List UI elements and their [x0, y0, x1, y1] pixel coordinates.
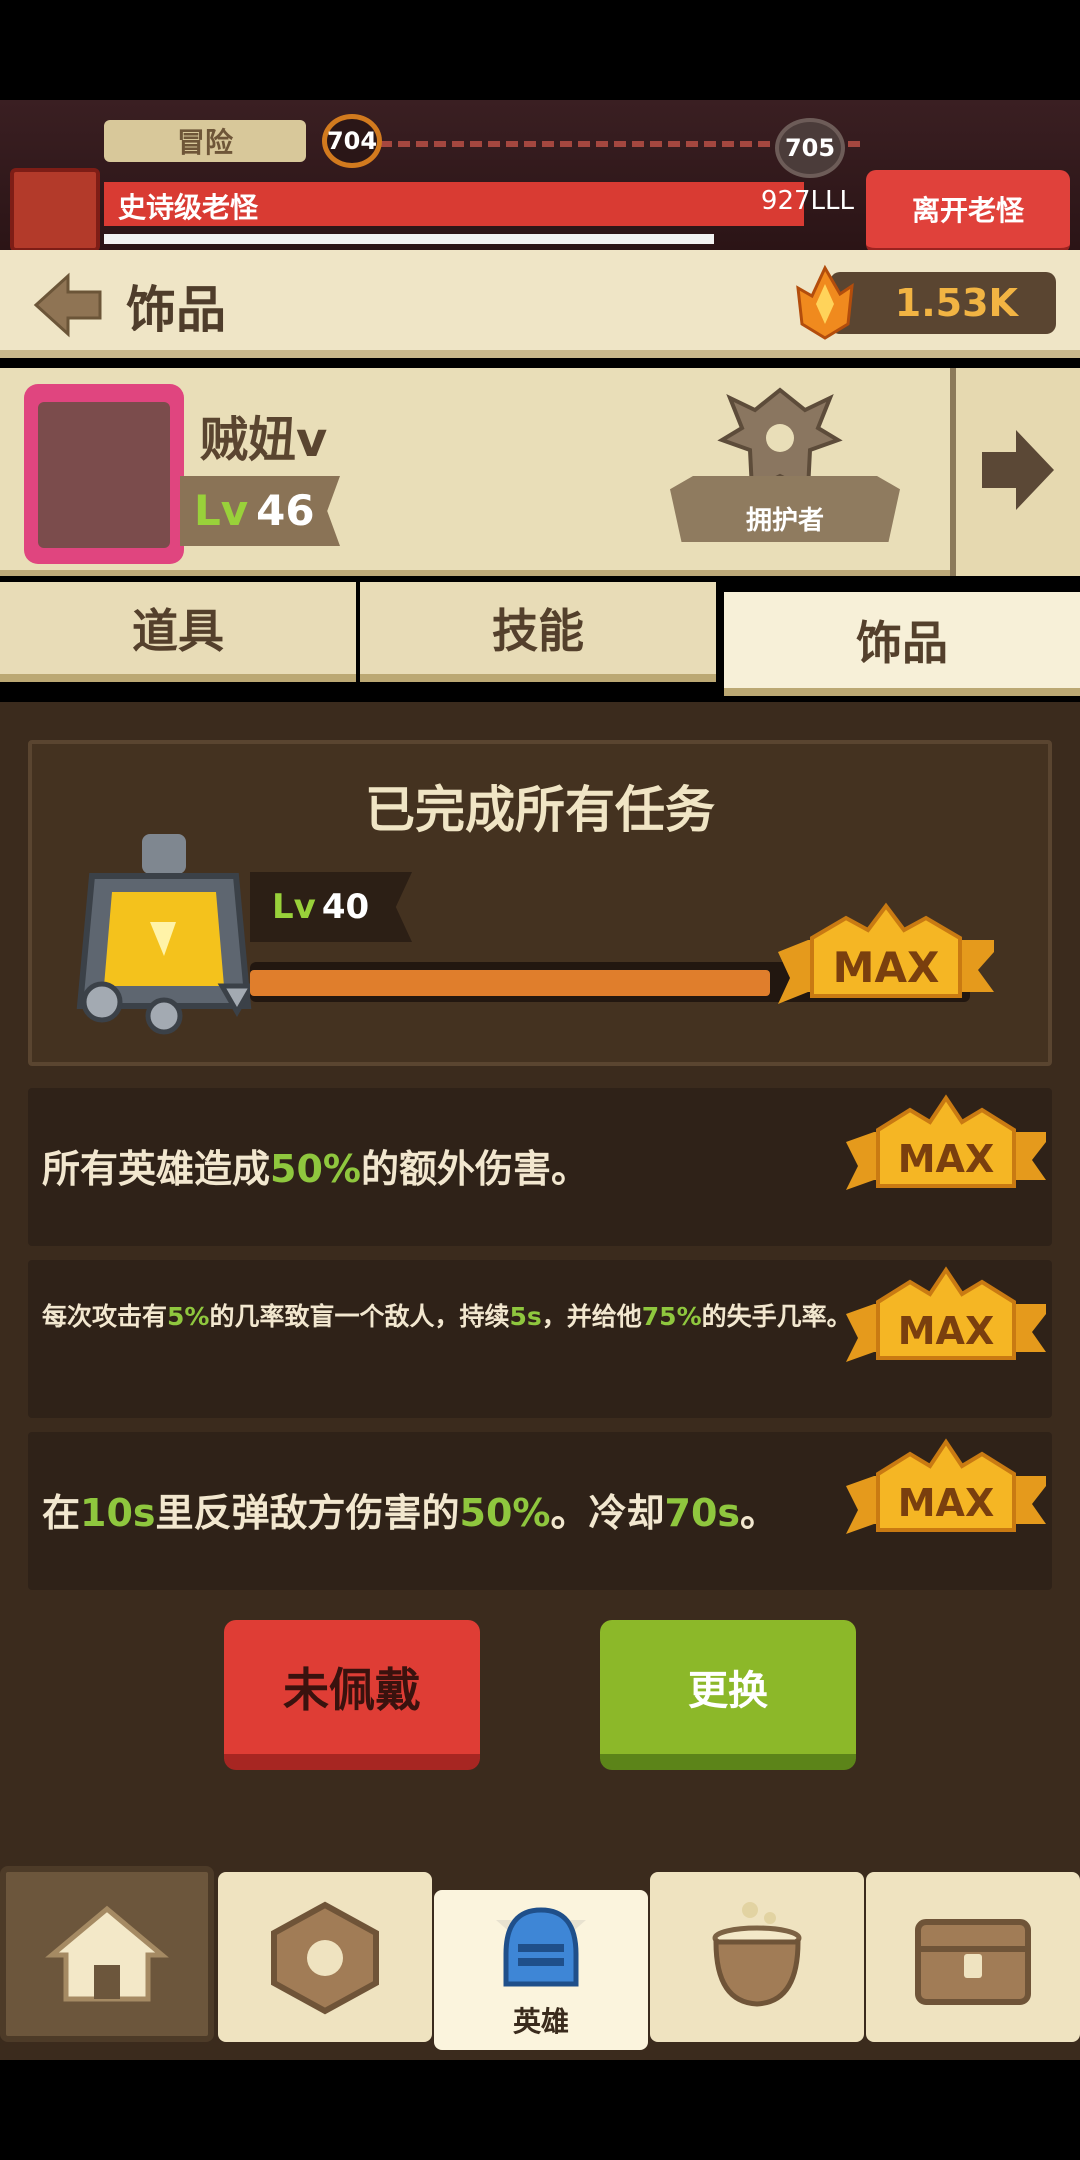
hex-nut-icon — [271, 1901, 379, 2015]
hero-avatar — [38, 402, 170, 548]
max-badge-icon: MAX — [778, 902, 994, 1004]
nav-heroes-label: 英雄 — [512, 2005, 569, 2038]
crystal-icon — [796, 264, 854, 340]
next-hero-button[interactable] — [950, 368, 1080, 576]
boss-health-bar: 史诗级老怪 927LLL — [104, 182, 854, 226]
back-arrow-icon[interactable] — [30, 270, 106, 340]
tab-skills[interactable]: 技能 — [360, 582, 716, 682]
chest-icon — [915, 1919, 1031, 2005]
tab-accessories[interactable]: 饰品 — [724, 592, 1080, 696]
nav-equipment[interactable] — [218, 1872, 432, 2042]
level-prefix: Lv — [272, 887, 316, 927]
nav-chest[interactable] — [866, 1872, 1080, 2042]
nav-cauldron[interactable] — [650, 1872, 864, 2042]
hero-level-badge: Lv 46 — [180, 476, 340, 546]
svg-text:MAX: MAX — [898, 1309, 995, 1353]
next-stage-badge: 705 — [775, 118, 845, 178]
lantern-accessory-icon[interactable] — [72, 826, 256, 1036]
max-label: MAX — [833, 943, 940, 992]
effect-text: 每次攻击有5%的几率致盲一个敌人，持续5s，并给他75%的失手几率。 — [42, 1302, 852, 1331]
boss-avatar — [10, 168, 100, 252]
currency-display[interactable]: 1.53K — [830, 272, 1056, 334]
helmet-icon — [496, 1907, 586, 1987]
arrow-right-icon — [982, 430, 1054, 510]
max-badge-icon: MAX — [846, 1266, 1046, 1362]
accessory-level: 40 — [321, 887, 370, 927]
boss-hp: 927LLL — [760, 186, 854, 216]
nav-home[interactable] — [0, 1866, 214, 2042]
leave-boss-button[interactable]: 离开老怪 — [866, 170, 1070, 254]
current-stage-badge: 704 — [322, 114, 382, 168]
mode-label: 冒险 — [104, 120, 306, 162]
replace-button[interactable]: 更换 — [600, 1620, 856, 1770]
effect-text: 所有英雄造成50%的额外伤害。 — [42, 1147, 589, 1191]
cauldron-icon — [712, 1902, 802, 2007]
unequip-button[interactable]: 未佩戴 — [224, 1620, 480, 1770]
quest-progress-fill — [250, 970, 770, 996]
effect-text: 在10s里反弹敌方伤害的50%。冷却70s。 — [42, 1491, 779, 1535]
accessory-level-badge: Lv 40 — [250, 872, 412, 942]
page-title: 饰品 — [126, 281, 226, 339]
max-badge-icon: MAX — [846, 1094, 1046, 1190]
max-badge-icon: MAX — [846, 1438, 1046, 1534]
level-prefix: Lv — [194, 486, 249, 535]
svg-text:MAX: MAX — [898, 1137, 995, 1181]
boss-name: 史诗级老怪 — [118, 191, 259, 224]
hero-role-label: 拥护者 — [670, 476, 900, 542]
boss-timer-bar — [104, 234, 714, 244]
nav-heroes[interactable]: 英雄 — [434, 1890, 648, 2050]
home-icon — [45, 1905, 169, 2002]
svg-text:MAX: MAX — [898, 1481, 995, 1525]
hero-level: 46 — [256, 486, 315, 535]
hero-name: 贼妞v — [200, 412, 328, 468]
tab-items[interactable]: 道具 — [0, 582, 356, 682]
